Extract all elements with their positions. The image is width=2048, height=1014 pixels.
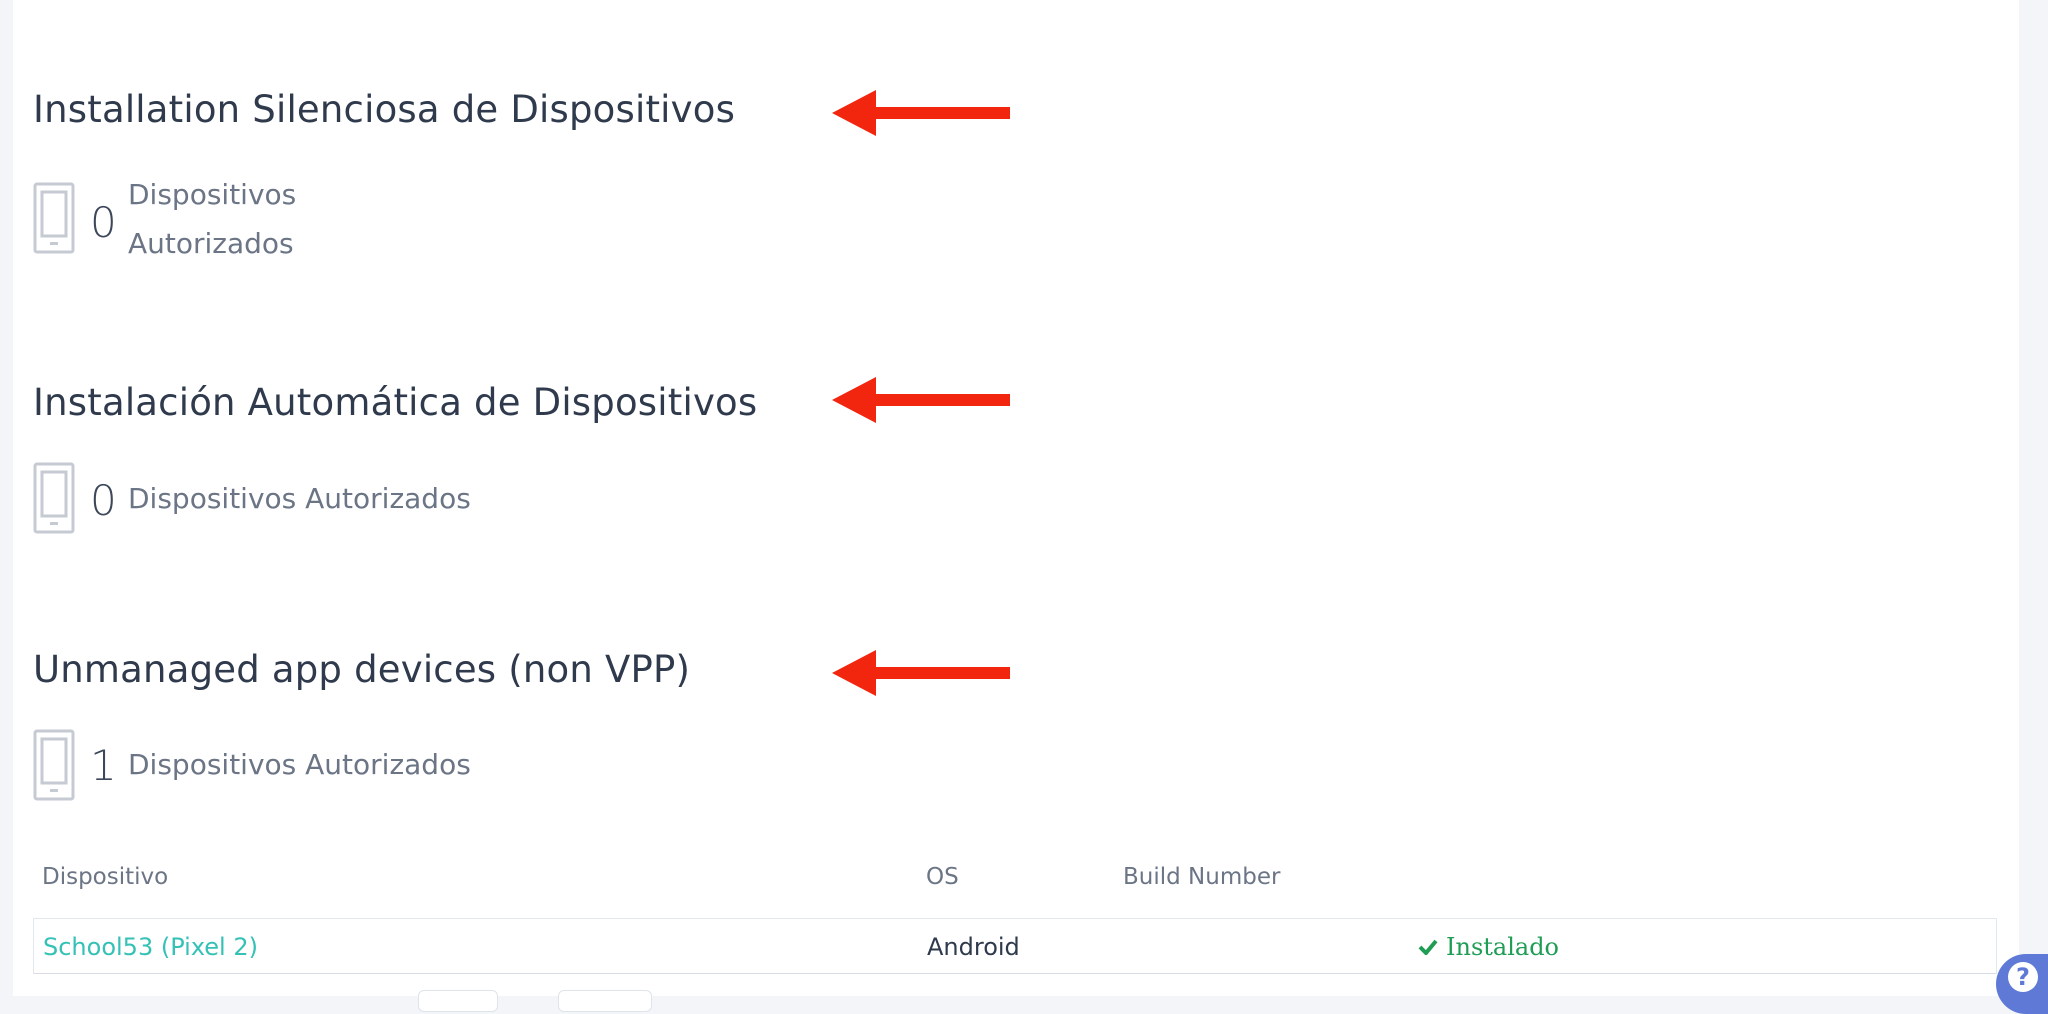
mobile-phone-icon [33, 729, 75, 801]
column-header-device[interactable]: Dispositivo [42, 864, 168, 890]
help-icon: ? [2008, 962, 2038, 992]
section-title-automatic-install: Instalación Automática de Dispositivos [33, 381, 758, 424]
count-label: Dispositivos Autorizados [128, 748, 471, 781]
help-button[interactable]: ? [1996, 954, 2048, 1014]
mobile-phone-icon [33, 462, 75, 534]
checkmark-icon [1418, 939, 1438, 955]
mobile-phone-icon [33, 182, 75, 254]
count-label-line1: Dispositivos [128, 178, 297, 211]
device-count: 1 [90, 741, 117, 790]
count-label-line2: Autorizados [128, 227, 294, 260]
pagination-button[interactable] [558, 990, 652, 1012]
red-arrow-icon [832, 377, 1010, 423]
device-count: 0 [90, 476, 117, 525]
status-text: Instalado [1446, 933, 1560, 961]
section-title-silent-install: Installation Silenciosa de Dispositivos [33, 88, 736, 131]
column-header-build-number[interactable]: Build Number [1123, 864, 1280, 890]
section-title-unmanaged-devices: Unmanaged app devices (non VPP) [33, 648, 691, 691]
count-label: Dispositivos Autorizados [128, 482, 471, 515]
os-cell: Android [927, 933, 1020, 961]
status-installed: Instalado [1418, 919, 1559, 975]
table-row: School53 (Pixel 2) Android Instalado [33, 918, 1997, 974]
red-arrow-icon [832, 650, 1010, 696]
device-count: 0 [90, 198, 117, 247]
red-arrow-icon [832, 90, 1010, 136]
device-link[interactable]: School53 (Pixel 2) [43, 919, 258, 975]
pagination-button[interactable] [418, 990, 498, 1012]
column-header-os[interactable]: OS [926, 864, 959, 890]
